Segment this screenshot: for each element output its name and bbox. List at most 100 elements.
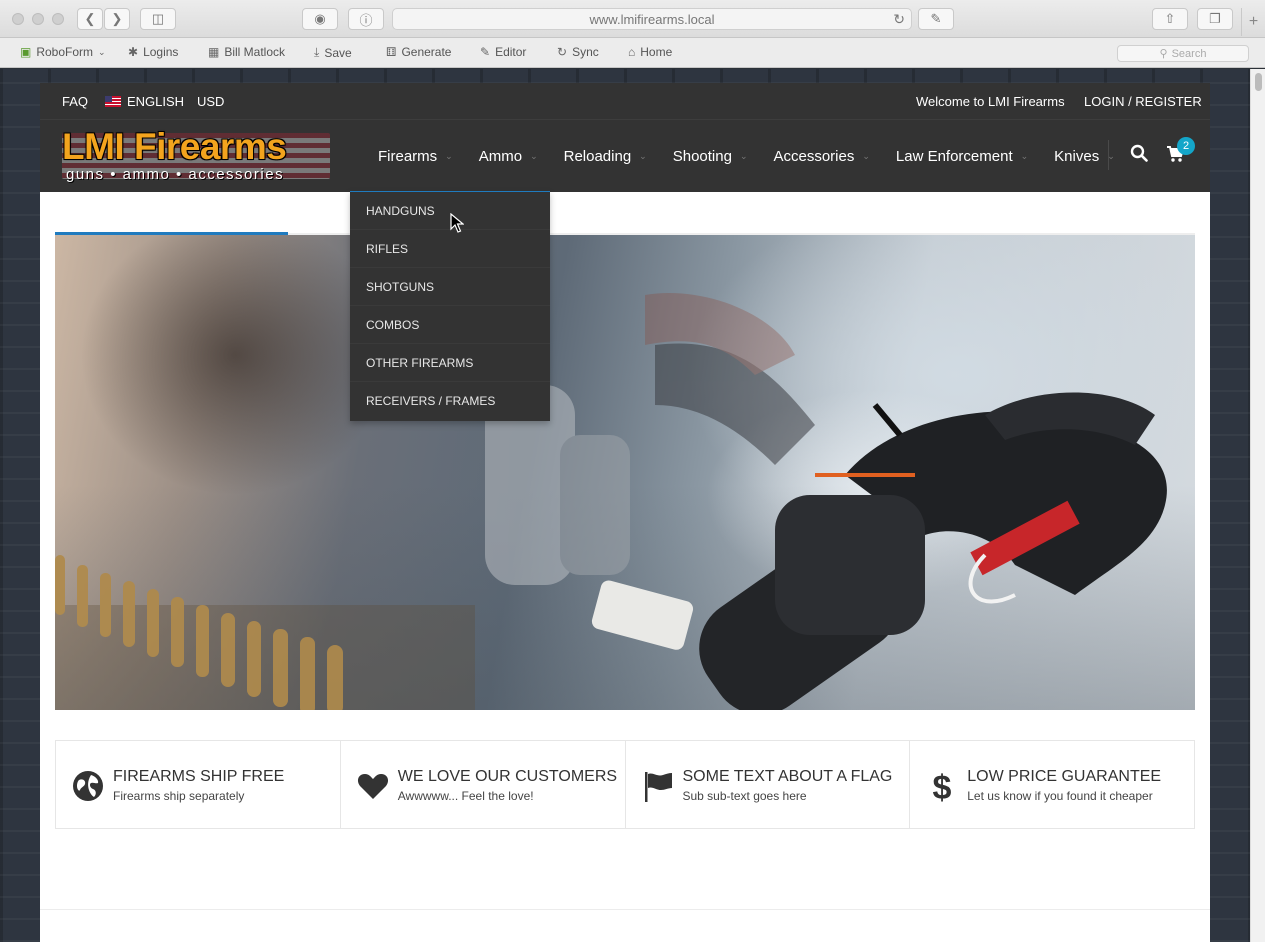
chevron-left-icon: ❮: [84, 11, 96, 26]
info-icon: ⓘ: [359, 12, 373, 28]
roboform-icon: ◉: [314, 11, 326, 26]
chevron-down-icon: ⌄: [98, 46, 106, 57]
main-menu: Firearms ⌄ Ammo ⌄ Reloading ⌄ Shooting ⌄…: [365, 120, 1128, 192]
utility-bar: FAQ ENGLISH USD Welcome to LMI Firearms …: [40, 83, 1210, 120]
menu-item-accessories[interactable]: Accessories ⌄: [760, 120, 882, 192]
logo-tagline: guns • ammo • accessories: [66, 166, 285, 183]
plus-icon: +: [1248, 13, 1259, 30]
chevron-down-icon: ⌄: [739, 150, 748, 161]
zoom-window-button[interactable]: [52, 13, 64, 25]
scrollbar-thumb[interactable]: [1255, 73, 1262, 91]
roboform-button[interactable]: ◉: [302, 8, 338, 30]
chevron-down-icon: ⌄: [1020, 150, 1029, 161]
section-divider: [40, 909, 1210, 910]
bookmark-save[interactable]: ⤓ Save: [314, 45, 352, 60]
feature-subtitle: Firearms ship separately: [113, 789, 245, 803]
menu-item-law-enforcement[interactable]: Law Enforcement ⌄: [883, 120, 1041, 192]
feature-subtitle: Sub sub-text goes here: [682, 789, 807, 803]
feature-subtitle: Awwwww... Feel the love!: [397, 789, 534, 803]
chevron-down-icon: ⌄: [639, 150, 647, 161]
tabs-icon: ❐: [1209, 11, 1221, 26]
id-card-icon: ▦: [208, 45, 220, 59]
bookmarks-search-input[interactable]: ⚲ Search: [1117, 45, 1249, 62]
url-text: www.lmifirearms.local: [589, 11, 715, 27]
sync-icon: ↻: [557, 45, 568, 59]
welcome-text: Welcome to LMI Firearms: [916, 94, 1065, 109]
feature-title: LOW PRICE GUARANTEE: [967, 768, 1162, 785]
menu-item-firearms[interactable]: Firearms ⌄: [365, 120, 466, 192]
chevron-down-icon: ⌄: [530, 150, 538, 161]
menu-item-ammo[interactable]: Ammo ⌄: [466, 120, 551, 192]
feature-price-guarantee: $ LOW PRICE GUARANTEE Let us know if you…: [910, 741, 1194, 828]
menu-item-knives[interactable]: Knives ⌄: [1041, 120, 1128, 192]
bookmark-identity[interactable]: ▦ Bill Matlock: [208, 45, 285, 59]
dropdown-item-other-firearms[interactable]: OTHER FIREARMS: [350, 344, 550, 382]
dollar-icon: $: [933, 769, 952, 803]
faq-link[interactable]: FAQ: [62, 94, 88, 109]
browser-toolbar: ❮ ❯ ◫ ◉ ⓘ www.lmifirearms.local ↻ ✎ ⇧ ❐ …: [0, 0, 1265, 38]
back-button[interactable]: ❮: [77, 8, 103, 30]
roboform-icon: ▣: [20, 45, 32, 59]
dropdown-item-receivers-frames[interactable]: RECEIVERS / FRAMES: [350, 382, 550, 420]
login-register-link[interactable]: LOGIN / REGISTER: [1084, 94, 1202, 109]
language-selector[interactable]: ENGLISH: [105, 94, 184, 109]
download-icon: ⤓: [314, 45, 320, 59]
site-container: FAQ ENGLISH USD Welcome to LMI Firearms …: [40, 83, 1210, 942]
home-icon: ⌂: [628, 45, 636, 59]
hero-banner-image[interactable]: [55, 235, 1195, 710]
bookmark-roboform[interactable]: ▣ RoboForm ⌄: [20, 45, 106, 59]
feature-love-customers: WE LOVE OUR CUSTOMERS Awwwww... Feel the…: [341, 741, 626, 828]
bookmarks-bar: ▣ RoboForm ⌄ ✱ Logins ▦ Bill Matlock ⤓ S…: [0, 38, 1265, 68]
pen-icon: ✎: [930, 11, 942, 26]
dice-icon: ⚅: [386, 45, 397, 59]
menu-item-reloading[interactable]: Reloading ⌄: [551, 120, 660, 192]
us-flag-icon: [105, 96, 121, 107]
site-logo[interactable]: LMI Firearms guns • ammo • accessories: [62, 126, 330, 185]
chevron-right-icon: ❯: [111, 11, 123, 26]
bookmark-home[interactable]: ⌂ Home: [628, 45, 672, 59]
minimize-window-button[interactable]: [32, 13, 44, 25]
feature-title: FIREARMS SHIP FREE: [113, 768, 285, 785]
reload-icon[interactable]: ↻: [893, 11, 905, 28]
mouse-cursor-icon: [450, 213, 464, 233]
flag-icon: [644, 772, 672, 802]
address-bar[interactable]: www.lmifirearms.local ↻: [392, 8, 912, 30]
cart-count-badge: 2: [1177, 137, 1195, 155]
bookmark-logins[interactable]: ✱ Logins: [128, 45, 178, 59]
close-window-button[interactable]: [12, 13, 24, 25]
search-icon: ⚲: [1159, 48, 1168, 60]
dropdown-item-combos[interactable]: COMBOS: [350, 306, 550, 344]
chevron-down-icon: ⌄: [445, 150, 453, 161]
info-button[interactable]: ⓘ: [348, 8, 384, 30]
annotate-button[interactable]: ✎: [918, 8, 954, 30]
share-button[interactable]: ⇧: [1152, 8, 1188, 30]
feature-subtitle: Let us know if you found it cheaper: [967, 789, 1153, 803]
tabs-overview-button[interactable]: ❐: [1197, 8, 1233, 30]
forward-button[interactable]: ❯: [104, 8, 130, 30]
svg-text:$: $: [933, 769, 952, 803]
feature-title: SOME TEXT ABOUT A FLAG: [682, 768, 893, 785]
sidebar-toggle-button[interactable]: ◫: [140, 8, 176, 30]
heart-icon: [357, 774, 388, 799]
main-navbar: LMI Firearms guns • ammo • accessories F…: [40, 120, 1210, 192]
new-tab-button[interactable]: +: [1241, 8, 1265, 36]
dropdown-item-rifles[interactable]: RIFLES: [350, 230, 550, 268]
sidebar-icon: ◫: [151, 11, 165, 26]
feature-free-shipping: FIREARMS SHIP FREE Firearms ship separat…: [56, 741, 341, 828]
nav-divider: [1108, 140, 1109, 170]
feature-title: WE LOVE OUR CUSTOMERS: [397, 768, 618, 785]
currency-selector[interactable]: USD: [197, 94, 224, 109]
dropdown-item-shotguns[interactable]: SHOTGUNS: [350, 268, 550, 306]
edit-icon: ✎: [480, 45, 491, 59]
bookmark-sync[interactable]: ↻ Sync: [557, 45, 599, 59]
page-scrollbar[interactable]: [1250, 69, 1265, 942]
hero-illustration: [55, 293, 1167, 710]
chevron-down-icon: ⌄: [862, 150, 870, 161]
search-icon[interactable]: [1130, 144, 1148, 162]
share-icon: ⇧: [1164, 11, 1176, 26]
menu-item-shooting[interactable]: Shooting ⌄: [660, 120, 761, 192]
bookmark-editor[interactable]: ✎ Editor: [480, 45, 526, 59]
logo-name: LMI Firearms: [62, 126, 287, 167]
feature-flag: SOME TEXT ABOUT A FLAG Sub sub-text goes…: [626, 741, 911, 828]
bookmark-generate[interactable]: ⚅ Generate: [386, 45, 451, 59]
